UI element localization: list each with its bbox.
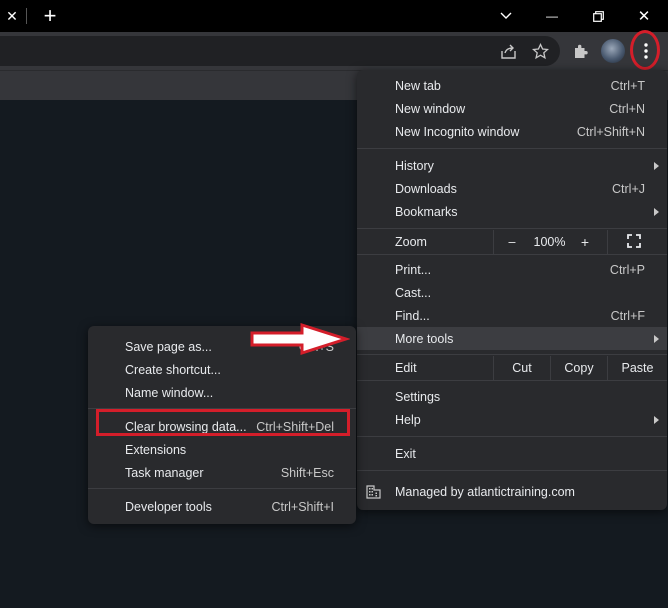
zoom-out-button[interactable]: – <box>507 230 517 254</box>
menu-item-label: New Incognito window <box>395 124 520 139</box>
menu-item-label: Task manager <box>125 465 204 480</box>
menu-item-label: Extensions <box>125 442 187 457</box>
menu-item-history[interactable]: History <box>357 154 667 177</box>
fullscreen-icon[interactable] <box>627 234 643 250</box>
menu-item-label: Help <box>395 412 421 427</box>
menu-item-label: Downloads <box>395 181 457 196</box>
menu-item-managed[interactable]: Managed by atlantictraining.com <box>357 480 667 503</box>
menu-item-find[interactable]: Find... Ctrl+F <box>357 304 667 327</box>
menu-item-more-tools[interactable]: More tools <box>357 327 667 350</box>
menu-item-label: Settings <box>395 389 441 404</box>
menu-item-label: Find... <box>395 308 430 323</box>
menu-item-shortcut: Ctrl+T <box>610 78 645 93</box>
menu-item-label: New window <box>395 101 466 116</box>
menu-item-new-window[interactable]: New window Ctrl+N <box>357 97 667 120</box>
edit-label: Edit <box>395 361 417 375</box>
menu-item-label: Bookmarks <box>395 204 458 219</box>
menu-item-shortcut: Ctrl+N <box>609 101 645 116</box>
chrome-main-menu: New tab Ctrl+T New window Ctrl+N New Inc… <box>357 70 667 510</box>
menu-item-downloads[interactable]: Downloads Ctrl+J <box>357 177 667 200</box>
zoom-divider <box>607 230 608 254</box>
close-window-button[interactable]: ✕ <box>632 0 656 32</box>
managed-label: Managed by atlantictraining.com <box>395 484 575 499</box>
submenu-item-name-window[interactable]: Name window... <box>88 381 356 404</box>
share-icon[interactable] <box>498 41 518 61</box>
chevron-down-icon[interactable] <box>494 0 518 32</box>
star-icon[interactable] <box>530 41 550 61</box>
menu-item-exit[interactable]: Exit <box>357 442 667 465</box>
menu-divider <box>357 470 667 471</box>
building-icon <box>366 484 382 500</box>
menu-item-label: Developer tools <box>125 499 212 514</box>
menu-item-label: Save page as... <box>125 339 212 354</box>
submenu-item-create-shortcut[interactable]: Create shortcut... <box>88 358 356 381</box>
zoom-label: Zoom <box>395 235 427 249</box>
menu-divider <box>88 488 356 489</box>
submenu-arrow-icon <box>654 334 659 343</box>
submenu-item-developer-tools[interactable]: Developer tools Ctrl+Shift+I <box>88 495 356 518</box>
zoom-level: 100% <box>533 235 566 249</box>
menu-item-new-incognito-window[interactable]: New Incognito window Ctrl+Shift+N <box>357 120 667 143</box>
menu-divider <box>357 354 667 355</box>
paste-button[interactable]: Paste <box>608 356 667 380</box>
cut-button[interactable]: Cut <box>494 356 550 380</box>
menu-item-label: New tab <box>395 78 441 93</box>
menu-item-shortcut: Ctrl+J <box>612 181 645 196</box>
clear-browsing-data-highlight <box>96 409 350 436</box>
avatar[interactable] <box>601 39 625 63</box>
menu-item-shortcut: Ctrl+F <box>610 308 645 323</box>
menu-item-shortcut: Ctrl+Shift+N <box>576 124 645 139</box>
menu-item-label: Cast... <box>395 285 432 300</box>
menu-item-label: Print... <box>395 262 432 277</box>
zoom-divider <box>493 230 494 254</box>
menu-item-shortcut: Ctrl+Shift+I <box>271 499 334 514</box>
menu-item-cast[interactable]: Cast... <box>357 281 667 304</box>
menu-item-shortcut: Ctrl+P <box>609 262 645 277</box>
menu-divider <box>357 380 667 381</box>
menu-button-highlight <box>630 30 660 70</box>
menu-item-new-tab[interactable]: New tab Ctrl+T <box>357 74 667 97</box>
menu-item-label: History <box>395 158 434 173</box>
menu-divider <box>357 148 667 149</box>
submenu-arrow-icon <box>654 207 659 216</box>
copy-button[interactable]: Copy <box>551 356 607 380</box>
submenu-arrow-icon <box>654 415 659 424</box>
annotation-arrow-icon <box>250 322 351 356</box>
submenu-item-extensions[interactable]: Extensions <box>88 438 356 461</box>
submenu-arrow-icon <box>654 161 659 170</box>
submenu-item-task-manager[interactable]: Task manager Shift+Esc <box>88 461 356 484</box>
extensions-icon[interactable] <box>570 41 590 61</box>
menu-divider <box>357 254 667 255</box>
menu-divider <box>357 436 667 437</box>
browser-toolbar <box>0 30 668 70</box>
menu-item-label: More tools <box>395 331 454 346</box>
menu-item-label: Name window... <box>125 385 214 400</box>
close-tab-icon[interactable]: ✕ <box>0 0 24 32</box>
menu-item-print[interactable]: Print... Ctrl+P <box>357 258 667 281</box>
menu-item-bookmarks[interactable]: Bookmarks <box>357 200 667 223</box>
new-tab-button[interactable]: + <box>36 0 64 32</box>
zoom-in-button[interactable]: + <box>578 230 592 254</box>
menu-item-label: Create shortcut... <box>125 362 221 377</box>
menu-divider <box>357 228 667 229</box>
menu-item-settings[interactable]: Settings <box>357 385 667 408</box>
address-bar[interactable] <box>0 36 560 66</box>
title-bar: ✕ + — ✕ <box>0 0 668 32</box>
tab-divider <box>26 8 27 24</box>
minimize-button[interactable]: — <box>540 0 564 32</box>
menu-item-help[interactable]: Help <box>357 408 667 431</box>
restore-button[interactable] <box>586 0 610 32</box>
menu-item-label: Exit <box>395 446 416 461</box>
menu-item-shortcut: Shift+Esc <box>280 465 334 480</box>
